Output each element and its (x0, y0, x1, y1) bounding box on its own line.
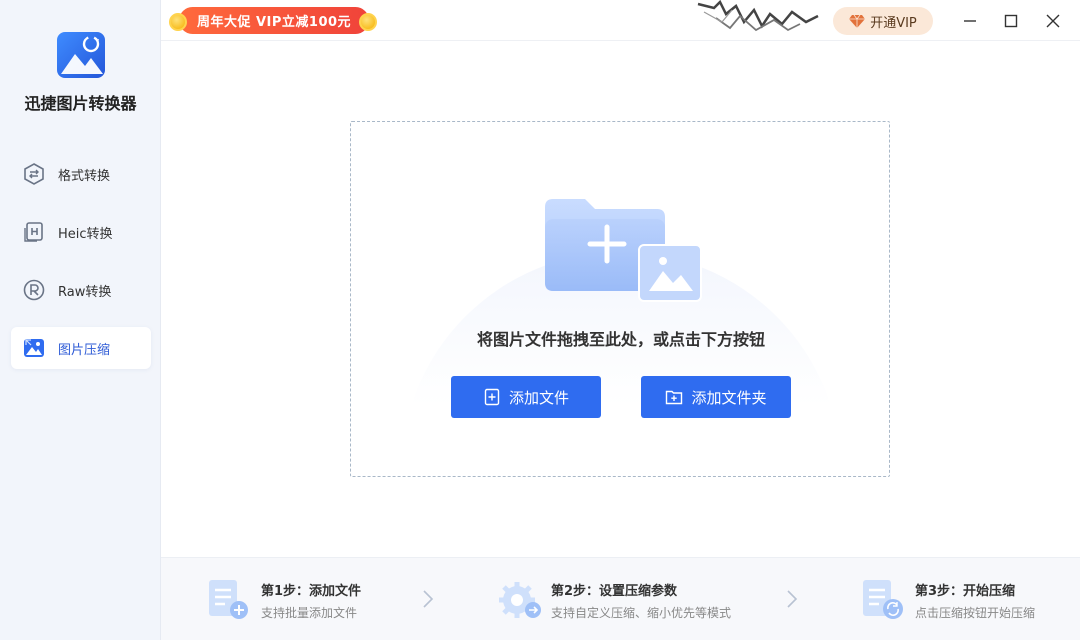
step-title: 第2步：设置压缩参数 (551, 584, 678, 599)
sidebar-item-label: 图片压缩 (58, 342, 111, 358)
vip-label: 开通VIP (870, 15, 917, 31)
add-folder-label: 添加文件夹 (691, 388, 767, 407)
format-convert-icon (21, 161, 47, 187)
diamond-icon (849, 14, 866, 28)
sidebar-item-format-convert[interactable]: 格式转换 (11, 153, 151, 195)
coin-icon (359, 13, 377, 31)
promo-label: 周年大促 VIP立减100元 (179, 7, 369, 34)
file-drop-zone[interactable]: 将图片文件拖拽至此处，或点击下方按钮 添加文件 添加文件夹 (350, 121, 890, 477)
step-title: 第1步：添加文件 (261, 584, 362, 599)
raw-icon (21, 277, 47, 303)
step-2: 第2步：设置压缩参数 支持自定义压缩、缩小优先等模式 (497, 558, 797, 640)
chevron-right-icon (787, 590, 798, 608)
add-file-icon (484, 388, 500, 406)
add-file-step-icon (209, 580, 248, 619)
steps-guide: 第1步：添加文件 支持批量添加文件 第2步：设置压缩参数 支持自定义压缩、缩小优… (161, 557, 1080, 640)
sidebar-item-label: Raw转换 (58, 284, 112, 300)
add-folder-icon (666, 390, 683, 405)
sidebar-item-image-compress[interactable]: 图片压缩 (11, 327, 151, 369)
sidebar-item-label: 格式转换 (58, 168, 111, 184)
minimize-icon (964, 20, 976, 22)
step-description: 点击压缩按钮开始压缩 (915, 606, 1036, 620)
app-name: 迅捷图片转换器 (24, 94, 137, 113)
maximize-button[interactable] (998, 8, 1024, 34)
sidebar: 迅捷图片转换器 格式转换 Heic转换 Raw转换 图片压缩 (0, 0, 161, 640)
minimize-button[interactable] (957, 8, 983, 34)
image-compress-icon (21, 335, 47, 361)
app-logo-icon (57, 32, 105, 78)
drop-hint-text: 将图片文件拖拽至此处，或点击下方按钮 (476, 330, 765, 349)
close-icon (1046, 14, 1060, 28)
add-folder-button[interactable]: 添加文件夹 (641, 376, 791, 418)
step-1: 第1步：添加文件 支持批量添加文件 (205, 558, 435, 640)
chevron-right-icon (423, 590, 434, 608)
step-description: 支持自定义压缩、缩小优先等模式 (551, 606, 732, 620)
step-3: 第3步：开始压缩 点击压缩按钮开始压缩 (861, 558, 1071, 640)
sidebar-item-label: Heic转换 (58, 226, 113, 242)
coin-icon (169, 13, 187, 31)
title-bar: 周年大促 VIP立减100元 开通VIP (161, 0, 1080, 41)
sidebar-item-heic[interactable]: Heic转换 (11, 211, 151, 253)
add-file-label: 添加文件 (508, 388, 569, 407)
add-file-button[interactable]: 添加文件 (451, 376, 601, 418)
add-folder-illustration-icon (545, 199, 702, 302)
heic-icon (21, 219, 47, 245)
maximize-icon (1004, 14, 1018, 28)
decorative-scribble-icon (697, 0, 819, 32)
settings-step-icon (499, 582, 541, 618)
sidebar-item-raw[interactable]: Raw转换 (11, 269, 151, 311)
step-title: 第3步：开始压缩 (915, 584, 1016, 599)
start-compress-step-icon (863, 580, 903, 619)
open-vip-button[interactable]: 开通VIP (833, 7, 933, 35)
promo-banner[interactable]: 周年大促 VIP立减100元 (169, 7, 377, 34)
close-button[interactable] (1040, 8, 1066, 34)
step-description: 支持批量添加文件 (261, 606, 358, 620)
